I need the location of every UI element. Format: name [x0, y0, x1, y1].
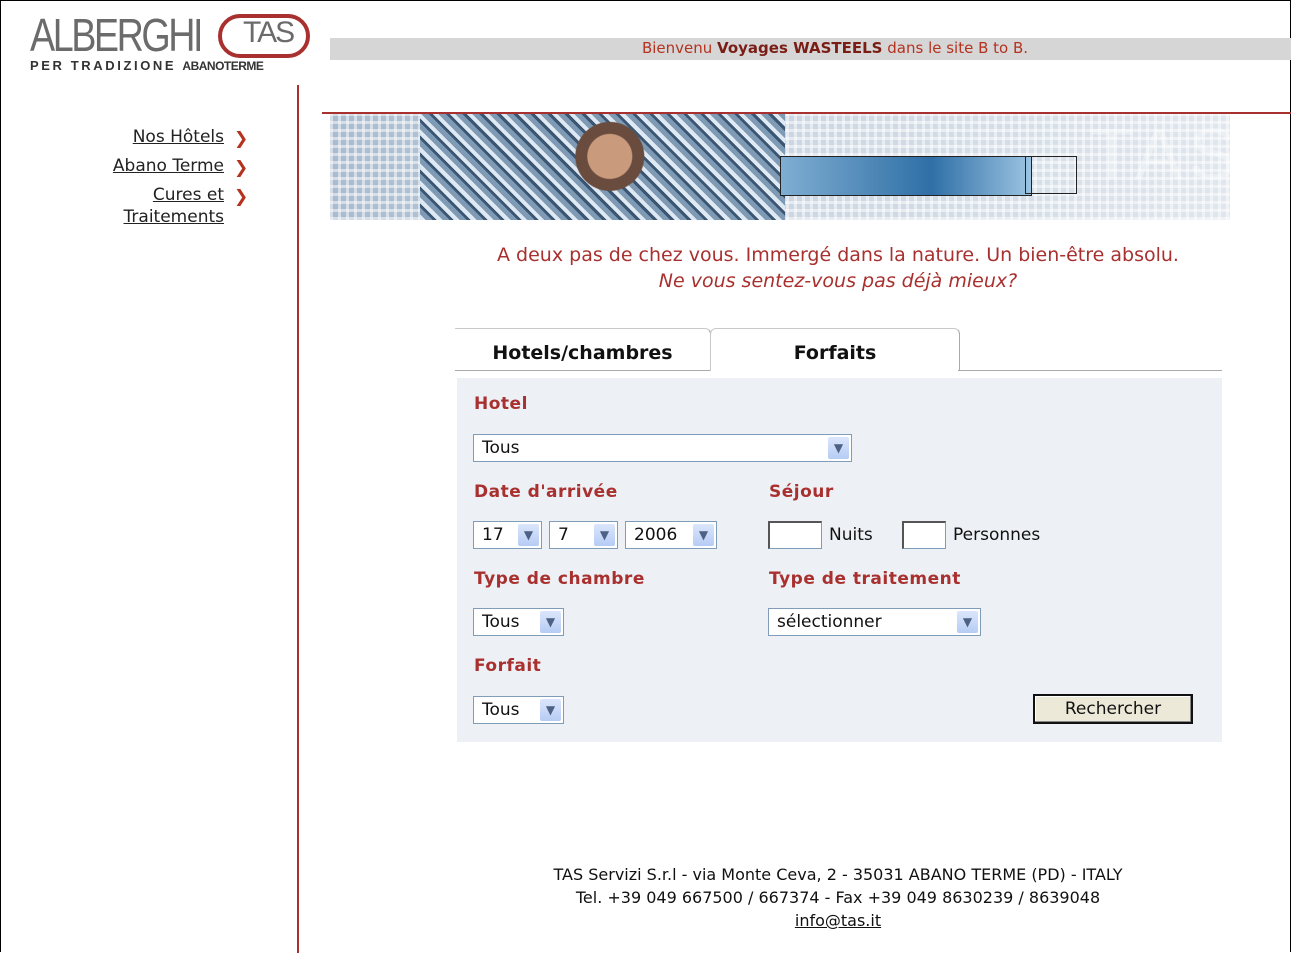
- logo-subtitle-city: ABANOTERME: [182, 59, 264, 73]
- tab-hotels-chambres[interactable]: Hotels/chambres: [455, 328, 711, 371]
- chevron-down-icon[interactable]: ▼: [957, 611, 978, 633]
- sidebar-divider: [297, 85, 299, 953]
- search-form-panel: [457, 378, 1222, 742]
- logo-tas-text: TAS: [243, 16, 295, 49]
- sidebar-link-cures[interactable]: Cures et: [153, 185, 224, 205]
- footer: TAS Servizi S.r.l - via Monte Ceva, 2 - …: [330, 863, 1291, 932]
- search-tabs: Hotels/chambres Forfaits: [455, 328, 1222, 372]
- package-value: Tous: [482, 700, 520, 720]
- hotel-select-value: Tous: [482, 438, 520, 458]
- banner-frame: [1025, 156, 1077, 194]
- arrival-date-label: Date d'arrivée: [474, 482, 618, 502]
- persons-input[interactable]: [902, 521, 946, 549]
- chevron-down-icon[interactable]: ▼: [518, 524, 539, 546]
- welcome-agency: Voyages WASTEELS: [717, 39, 883, 57]
- banner-photo: [420, 114, 785, 220]
- hotel-label: Hotel: [474, 394, 528, 414]
- footer-email-link[interactable]: info@tas.it: [795, 911, 881, 930]
- chevron-right-icon: ❯: [234, 129, 249, 149]
- sidebar-link-traitements[interactable]: Traitements: [124, 207, 224, 227]
- sejour-label: Séjour: [769, 482, 834, 502]
- welcome-prefix: Bienvenu: [641, 39, 713, 57]
- package-select[interactable]: Tous ▼: [473, 696, 564, 724]
- nights-label: Nuits: [829, 525, 873, 545]
- sidebar-item-cures[interactable]: Cures et Traitements ❯: [113, 184, 249, 228]
- room-type-label: Type de chambre: [474, 569, 645, 589]
- hotel-select[interactable]: Tous ▼: [473, 434, 852, 462]
- search-button[interactable]: Rechercher: [1033, 694, 1193, 724]
- tab-underline: [455, 370, 710, 371]
- room-type-value: Tous: [482, 612, 520, 632]
- tagline-primary: A deux pas de chez vous. Immergé dans la…: [497, 244, 1179, 266]
- tagline-secondary: Ne vous sentez-vous pas déjà mieux?: [658, 270, 1018, 292]
- chevron-right-icon: ❯: [234, 187, 249, 207]
- welcome-message: Bienvenu Voyages WASTEELS dans le site B…: [330, 39, 1291, 57]
- tab-forfaits[interactable]: Forfaits: [710, 328, 960, 371]
- banner-watermark: TAS: [1090, 115, 1230, 195]
- footer-address: TAS Servizi S.r.l - via Monte Ceva, 2 - …: [553, 865, 1123, 884]
- arrival-month-value: 7: [558, 525, 569, 545]
- welcome-suffix: dans le site B to B.: [887, 39, 1029, 57]
- banner-image: TAS: [330, 114, 1230, 220]
- arrival-year-value: 2006: [634, 525, 678, 545]
- arrival-day-select[interactable]: 17 ▼: [473, 521, 542, 549]
- treatment-type-select[interactable]: sélectionner ▼: [768, 608, 981, 636]
- arrival-year-select[interactable]: 2006 ▼: [625, 521, 717, 549]
- chevron-down-icon[interactable]: ▼: [828, 437, 849, 459]
- banner-pool: [780, 156, 1032, 196]
- sidebar-link-hotels[interactable]: Nos Hôtels: [133, 127, 224, 147]
- logo-subtitle: PER TRADIZIONE ABANOTERME: [30, 58, 264, 73]
- treatment-type-value: sélectionner: [777, 612, 882, 632]
- footer-phone: Tel. +39 049 667500 / 667374 - Fax +39 0…: [575, 888, 1101, 907]
- nights-input[interactable]: [768, 521, 822, 549]
- arrival-day-value: 17: [482, 525, 504, 545]
- persons-label: Personnes: [953, 525, 1041, 545]
- chevron-down-icon[interactable]: ▼: [540, 611, 561, 633]
- sidebar-item-abano-terme[interactable]: Abano Terme ❯: [113, 155, 249, 178]
- chevron-down-icon[interactable]: ▼: [693, 524, 714, 546]
- chevron-down-icon[interactable]: ▼: [540, 699, 561, 721]
- package-label: Forfait: [474, 656, 542, 676]
- logo-wordmark: ALBERGHI: [30, 9, 204, 61]
- treatment-type-label: Type de traitement: [769, 569, 961, 589]
- sidebar-item-hotels[interactable]: Nos Hôtels ❯: [113, 126, 249, 149]
- sidebar-link-abano-terme[interactable]: Abano Terme: [113, 156, 224, 176]
- chevron-right-icon: ❯: [234, 158, 249, 178]
- tab-underline: [958, 370, 1222, 371]
- room-type-select[interactable]: Tous ▼: [473, 608, 564, 636]
- arrival-month-select[interactable]: 7 ▼: [549, 521, 618, 549]
- logo-subtitle-text: PER TRADIZIONE: [30, 58, 177, 73]
- logo[interactable]: ALBERGHI TAS PER TRADIZIONE ABANOTERME: [28, 8, 318, 88]
- chevron-down-icon[interactable]: ▼: [594, 524, 615, 546]
- sidebar-nav: Nos Hôtels ❯ Abano Terme ❯ Cures et Trai…: [113, 126, 248, 235]
